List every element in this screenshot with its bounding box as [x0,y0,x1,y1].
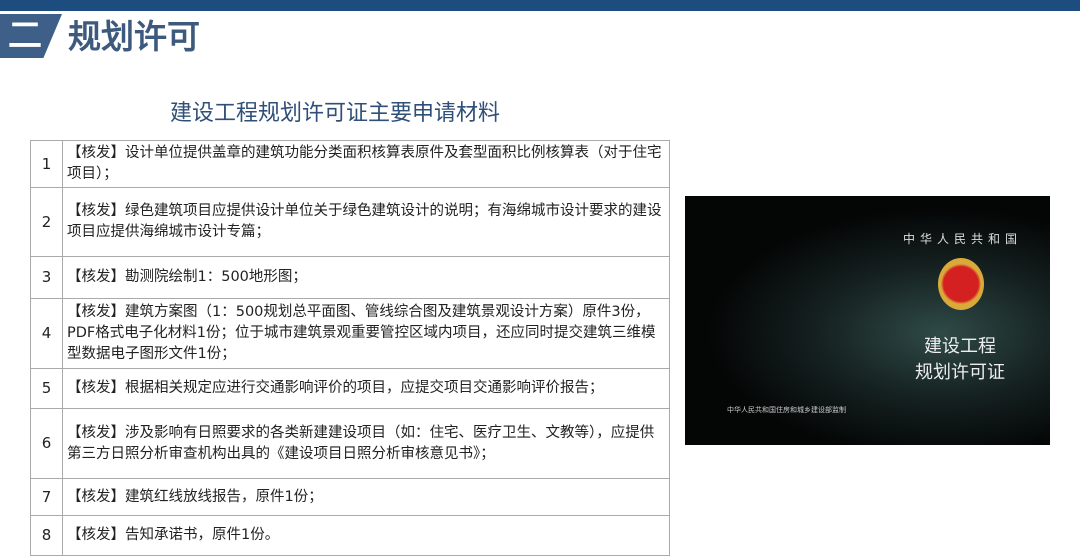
row-number: 6 [30,408,63,479]
table-row: 8 【核发】告知承诺书，原件1份。 [30,515,670,556]
row-text: 【核发】绿色建筑项目应提供设计单位关于绿色建筑设计的说明；有海绵城市设计要求的建… [62,187,670,257]
row-text: 【核发】勘测院绘制1：500地形图； [62,256,670,299]
row-number: 5 [30,368,63,409]
table-row: 4 【核发】建筑方案图（1：500规划总平面图、管线综合图及建筑景观设计方案）原件… [30,298,670,369]
row-number: 2 [30,187,63,257]
table-row: 2 【核发】绿色建筑项目应提供设计单位关于绿色建筑设计的说明；有海绵城市设计要求的… [30,187,670,257]
row-text: 【核发】建筑红线放线报告，原件1份； [62,478,670,516]
table-row: 7 【核发】建筑红线放线报告，原件1份； [30,478,670,516]
permit-title: 建设工程 规划许可证 [915,334,1005,386]
row-number: 3 [30,256,63,299]
section-title: 规划许可 [68,17,200,56]
table-row: 1 【核发】设计单位提供盖章的建筑功能分类面积核算表原件及套型面积比例核算表（对于… [30,140,670,188]
national-emblem-icon [938,258,984,310]
top-bar [0,0,1080,11]
section-number: 二 [8,16,42,56]
permit-issuer: 中华人民共和国住房和城乡建设部监制 [727,406,846,414]
row-text: 【核发】告知承诺书，原件1份。 [62,515,670,556]
row-text: 【核发】根据相关规定应进行交通影响评价的项目，应提交项目交通影响评价报告； [62,368,670,409]
row-text: 【核发】建筑方案图（1：500规划总平面图、管线综合图及建筑景观设计方案）原件3… [62,298,670,369]
permit-cover-photo: 中华人民共和国 建设工程规划许可证 中华人民共和国住房和城乡建设部监制 [685,196,1050,445]
row-number: 7 [30,478,63,516]
materials-table: 1 【核发】设计单位提供盖章的建筑功能分类面积核算表原件及套型面积比例核算表（对于… [30,140,670,556]
table-row: 5 【核发】根据相关规定应进行交通影响评价的项目，应提交项目交通影响评价报告； [30,368,670,409]
document-title: 建设工程规划许可证主要申请材料 [170,101,501,126]
row-number: 8 [30,515,63,556]
row-text: 【核发】涉及影响有日照要求的各类新建建设项目（如：住宅、医疗卫生、文教等），应提… [62,408,670,479]
table-row: 3 【核发】勘测院绘制1：500地形图； [30,256,670,299]
row-number: 4 [30,298,63,369]
row-number: 1 [30,140,63,188]
permit-title-line1: 建设工程 [924,336,996,357]
permit-country: 中华人民共和国 [903,232,1023,246]
permit-title-line2: 规划许可证 [915,362,1005,383]
row-text: 【核发】设计单位提供盖章的建筑功能分类面积核算表原件及套型面积比例核算表（对于住… [62,140,670,188]
table-row: 6 【核发】涉及影响有日照要求的各类新建建设项目（如：住宅、医疗卫生、文教等），应… [30,408,670,479]
